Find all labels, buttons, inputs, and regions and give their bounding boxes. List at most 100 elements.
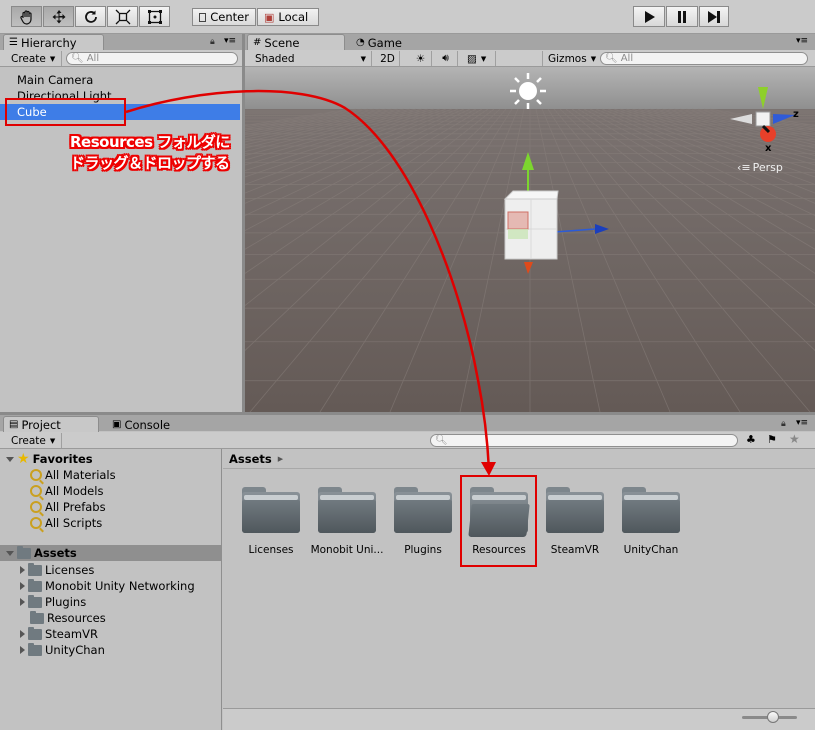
expand-arrow-icon[interactable] — [20, 566, 25, 574]
scene-search-placeholder: All — [620, 53, 634, 64]
search-filter-icon — [30, 469, 42, 481]
expand-arrow-icon[interactable] — [20, 598, 25, 606]
move-tool-button[interactable] — [43, 6, 74, 27]
rect-tool-button[interactable] — [139, 6, 170, 27]
breadcrumb-assets[interactable]: Assets — [229, 452, 272, 466]
expand-arrow-icon[interactable] — [6, 550, 14, 556]
annotation-box-resources — [460, 475, 537, 567]
favorites-header[interactable]: ★ Favorites — [6, 451, 93, 467]
tab-console[interactable]: ▣ Console — [106, 416, 186, 432]
rect-transform-icon — [147, 9, 162, 24]
effects-dropdown[interactable]: ▨ ▼ — [462, 51, 496, 66]
gizmos-dropdown[interactable]: Gizmos ▼ — [542, 51, 596, 66]
folder-label: SteamVR — [550, 544, 600, 556]
search-icon: 🔍︎ — [435, 435, 448, 446]
shading-mode-dropdown[interactable]: Shaded ▼ — [250, 51, 372, 66]
lock-icon[interactable]: 🔒︎ — [781, 419, 786, 429]
assets-tree-item[interactable]: Plugins — [20, 594, 86, 610]
search-icon: 🔍︎ — [71, 53, 84, 64]
audio-toggle[interactable]: 🔊︎ — [434, 51, 458, 66]
folder-thumbnail[interactable] — [318, 487, 376, 533]
dropdown-arrow-icon: ▼ — [49, 54, 56, 63]
scene-search-input[interactable]: 🔍︎ All — [600, 52, 808, 65]
tab-project[interactable]: ▤ Project — [3, 416, 99, 432]
cube-with-move-gizmo[interactable] — [495, 142, 625, 292]
directional-light-icon[interactable] — [508, 71, 548, 111]
favorite-item[interactable]: All Models — [30, 483, 103, 499]
rotate-icon — [84, 10, 97, 23]
favorite-star-icon[interactable]: ★ — [789, 432, 800, 446]
expand-arrow-icon[interactable] — [6, 456, 14, 462]
pause-icon — [678, 10, 686, 23]
hierarchy-item[interactable]: Main Camera — [0, 72, 240, 88]
lighting-toggle[interactable]: ☀ — [410, 51, 432, 66]
hierarchy-search-input[interactable]: 🔍︎ All — [66, 52, 238, 65]
search-by-type-icon[interactable]: ♣ — [746, 433, 756, 446]
pause-button[interactable] — [666, 6, 698, 27]
folder-thumbnail[interactable] — [546, 487, 604, 533]
hierarchy-create-dropdown[interactable]: Create ▼ — [6, 51, 62, 66]
assets-tree-item[interactable]: Monobit Unity Networking — [20, 578, 195, 594]
favorite-label: All Materials — [45, 468, 116, 482]
search-filter-icon — [30, 485, 42, 497]
annotation-box-cube — [5, 98, 126, 126]
projection-toggle[interactable]: ‹≡ Persp — [737, 161, 783, 174]
persp-label: Persp — [752, 161, 783, 174]
pivot-label: Center — [210, 10, 249, 24]
folder-icon — [28, 642, 42, 656]
folder-icon — [17, 545, 31, 559]
tree-label: UnityChan — [45, 643, 105, 657]
hand-tool-button[interactable] — [11, 6, 42, 27]
assets-tree-root[interactable]: Assets — [6, 545, 77, 561]
expand-arrow-icon[interactable] — [20, 630, 25, 638]
search-by-label-icon[interactable]: ⚑ — [767, 433, 777, 446]
panel-menu-icon[interactable]: ▾≡ — [224, 36, 236, 46]
cube-icon: ▣ — [264, 10, 275, 24]
tab-hierarchy[interactable]: ☰ Hierarchy — [3, 34, 104, 50]
pivot-toggle[interactable]: Center — [192, 8, 256, 26]
step-button[interactable] — [699, 6, 729, 27]
project-create-dropdown[interactable]: Create ▼ — [6, 433, 62, 448]
space-label: Local — [278, 10, 309, 24]
favorite-item[interactable]: All Prefabs — [30, 499, 106, 515]
assets-tree-item[interactable]: Licenses — [20, 562, 94, 578]
play-button[interactable] — [633, 6, 665, 27]
tab-scene[interactable]: # Scene — [247, 34, 345, 50]
expand-arrow-icon[interactable] — [20, 582, 25, 590]
space-toggle[interactable]: ▣ Local — [257, 8, 319, 26]
star-icon: ★ — [17, 451, 30, 467]
panel-menu-icon[interactable]: ▾≡ — [796, 36, 808, 46]
2d-label: 2D — [380, 52, 395, 65]
scale-tool-button[interactable] — [107, 6, 138, 27]
expand-arrow-icon[interactable] — [20, 646, 25, 654]
hand-icon — [19, 9, 32, 25]
tab-game[interactable]: ◔ Game — [350, 34, 410, 50]
panel-menu-icon[interactable]: ▾≡ — [796, 418, 808, 428]
folder-label: Licenses — [248, 544, 294, 556]
image-icon: ▨ — [467, 52, 477, 65]
search-filter-icon — [30, 517, 42, 529]
dropdown-arrow-icon: ▼ — [480, 54, 487, 63]
folder-thumbnail[interactable] — [394, 487, 452, 533]
scene-viewport[interactable]: z x ‹≡ Persp — [245, 67, 815, 412]
assets-tree-item[interactable]: SteamVR — [20, 626, 98, 642]
zoom-slider-thumb[interactable] — [767, 711, 779, 723]
favorite-item[interactable]: All Scripts — [30, 515, 102, 531]
lock-icon[interactable]: 🔒︎ — [210, 37, 215, 47]
folder-thumbnail[interactable] — [242, 487, 300, 533]
assets-tree-item[interactable]: Resources — [30, 610, 106, 626]
assets-tree-item[interactable]: UnityChan — [20, 642, 105, 658]
move-icon — [52, 9, 65, 23]
annotation-text-line2: ドラッグ＆ドロップする — [70, 154, 230, 172]
rotate-tool-button[interactable] — [75, 6, 106, 27]
project-search-input[interactable]: 🔍︎ — [430, 434, 738, 447]
dropdown-arrow-icon: ▼ — [590, 54, 597, 63]
favorite-item[interactable]: All Materials — [30, 467, 116, 483]
2d-toggle[interactable]: 2D — [376, 51, 400, 66]
folder-thumbnail[interactable] — [622, 487, 680, 533]
favorites-label: Favorites — [32, 452, 93, 466]
dropdown-arrow-icon: ▼ — [49, 436, 56, 445]
tree-label: Monobit Unity Networking — [45, 579, 195, 593]
axis-x-label: x — [765, 143, 772, 154]
create-label: Create — [11, 434, 46, 447]
